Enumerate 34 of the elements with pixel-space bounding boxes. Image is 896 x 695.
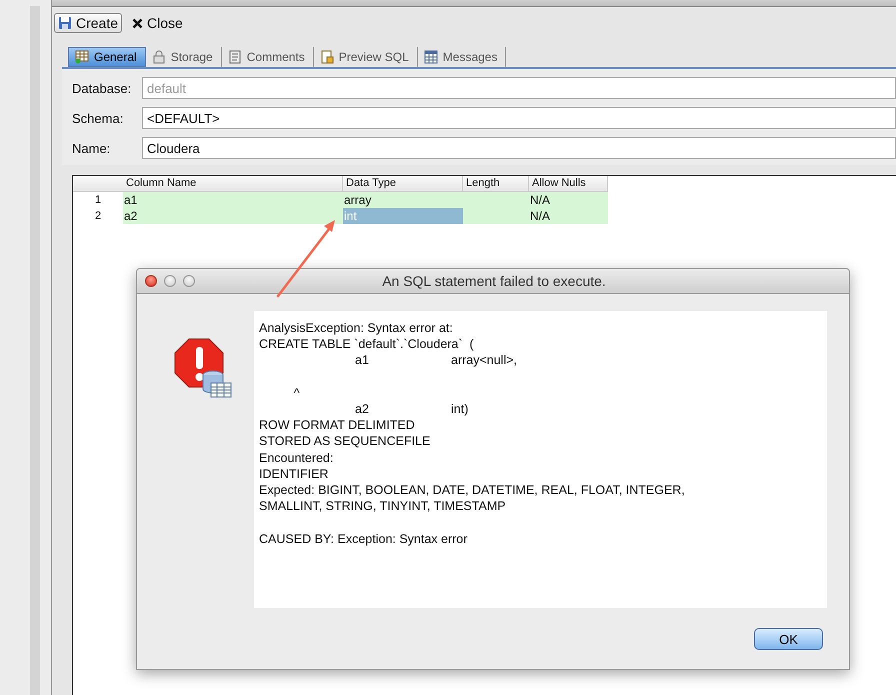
create-button[interactable]: Create [54, 13, 122, 33]
ok-button[interactable]: OK [754, 628, 823, 650]
lock-icon [152, 50, 166, 64]
field-label: Name: [72, 140, 112, 156]
table-cell[interactable]: N/A [529, 208, 608, 224]
table-icon [75, 50, 89, 64]
text-field[interactable]: Cloudera [142, 137, 896, 159]
zoom-button[interactable] [183, 275, 195, 287]
close-icon [132, 18, 144, 28]
table-icon [424, 50, 438, 64]
column-header[interactable]: Data Type [343, 176, 463, 192]
error-stop-sign-icon [172, 337, 232, 399]
column-header[interactable]: Length [463, 176, 529, 192]
table-cell[interactable]: a2 [123, 208, 343, 224]
dialog-title: An SQL statement failed to execute. [381, 273, 607, 289]
column-header[interactable]: Column Name [123, 176, 343, 192]
close-button[interactable]: Close [128, 13, 187, 33]
scroll-icon [228, 50, 242, 64]
header-corner [73, 176, 123, 192]
error-message: AnalysisException: Syntax error at: CREATE TABLE `default`.`Cloudera` ( a1 array<null>, ^ a2 int) ROW FORMAT DELIMITED STORED AS SEQUENCEFILE Encountered: IDENTIFIER Expected: BIGINT, BOOLEAN, DATE, DATETIME, REAL, FLOAT, INTEGER, SMALLINT, STRING, TINYINT, TIMESTAMP CAUSED BY: Exception: Syntax error [254, 311, 827, 608]
field-label: Database: [72, 80, 132, 96]
column-header[interactable]: Allow Nulls [529, 176, 608, 192]
row-number: 2 [94, 209, 102, 224]
text-field[interactable]: <DEFAULT> [142, 107, 896, 129]
close-window-button[interactable] [145, 275, 157, 287]
tab[interactable]: General [68, 47, 146, 67]
table-cell[interactable]: N/A [529, 192, 608, 208]
row-number: 1 [94, 193, 102, 208]
document-icon [320, 50, 334, 64]
minimize-button[interactable] [164, 275, 176, 287]
table-cell[interactable]: array [343, 192, 463, 208]
scrollbar-track[interactable] [30, 6, 40, 695]
table-cell[interactable]: a1 [123, 192, 343, 208]
field-label: Schema: [72, 110, 124, 126]
